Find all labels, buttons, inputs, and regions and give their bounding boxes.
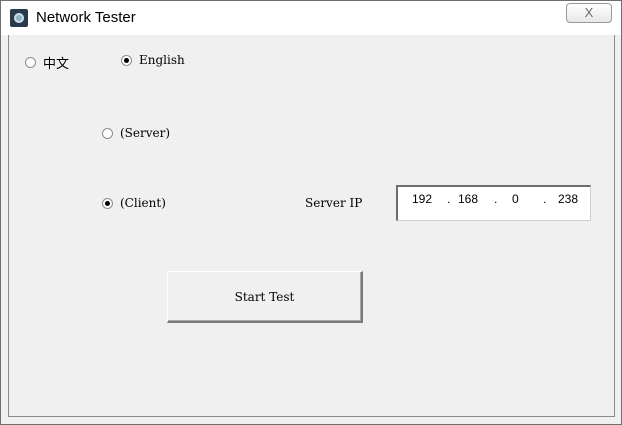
window-title: Network Tester xyxy=(36,9,136,26)
ip-dot: . xyxy=(447,192,451,206)
radio-selected-icon xyxy=(121,54,132,66)
ip-dot: . xyxy=(494,192,498,206)
radio-chinese-label: 中文 xyxy=(43,57,70,72)
ip-octet-3[interactable]: 0 xyxy=(512,192,519,206)
radio-server-label: (Server) xyxy=(120,126,171,140)
radio-client-label: (Client) xyxy=(120,196,166,210)
app-icon xyxy=(10,9,28,27)
radio-english-label: English xyxy=(139,53,185,67)
start-test-label: Start Test xyxy=(234,289,295,304)
radio-chinese[interactable]: 中文 xyxy=(25,53,69,72)
ip-octet-1[interactable]: 192 xyxy=(412,192,432,206)
title-bar[interactable]: Network Tester X xyxy=(1,1,621,35)
radio-selected-icon xyxy=(102,197,113,209)
close-icon: X xyxy=(584,5,594,20)
radio-client[interactable]: (Client) xyxy=(102,196,166,210)
network-tester-window: Network Tester X 中文 English (Server) (Cl… xyxy=(0,0,622,425)
radio-circle-icon xyxy=(102,127,113,139)
ip-octet-2[interactable]: 168 xyxy=(458,192,478,206)
radio-server[interactable]: (Server) xyxy=(102,126,170,140)
radio-english[interactable]: English xyxy=(121,53,185,67)
start-test-button[interactable]: Start Test xyxy=(167,271,363,323)
ip-octet-4[interactable]: 238 xyxy=(558,192,578,206)
radio-circle-icon xyxy=(25,57,36,68)
server-ip-input[interactable]: 192 . 168 . 0 . 238 xyxy=(396,185,591,221)
close-button[interactable]: X xyxy=(566,3,612,23)
dialog-body xyxy=(8,35,615,417)
server-ip-label: Server IP xyxy=(305,196,363,210)
ip-dot: . xyxy=(543,192,547,206)
